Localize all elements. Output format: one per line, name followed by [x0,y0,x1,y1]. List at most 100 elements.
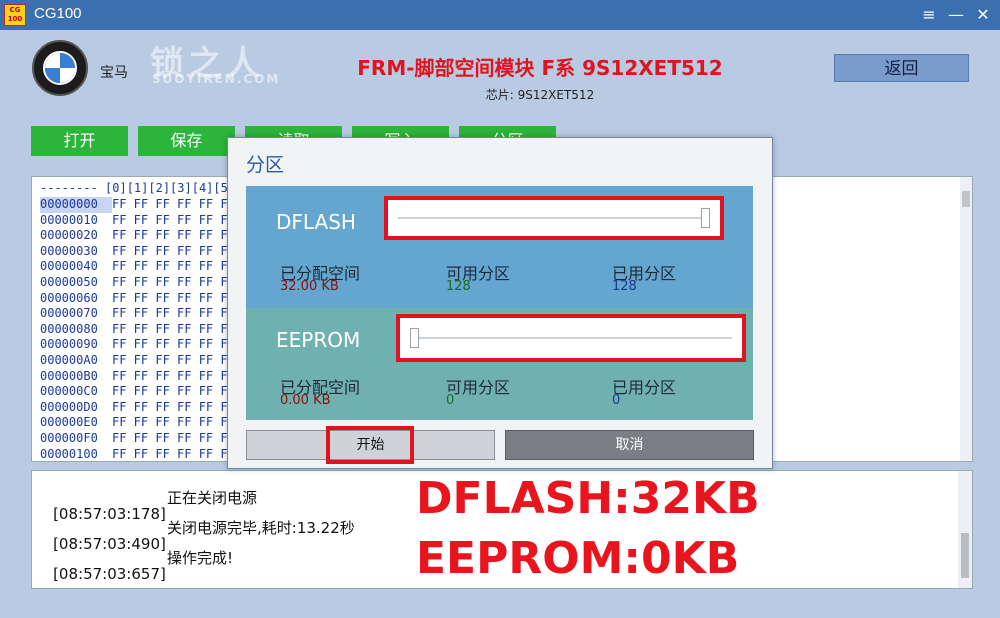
hex-row: 00000050 FF FF FF FF FF F [40,275,228,291]
log-message: 正在关闭电源 [167,489,258,507]
hex-row: 000000D0 FF FF FF FF FF F [40,400,228,416]
eeprom-used-value: 0 [612,393,621,408]
overlay-eeprom-size: EEPROM:0KB [416,533,740,584]
eeprom-label: EEPROM [276,328,361,352]
hex-bytes: FF FF FF FF FF F [112,352,228,367]
dflash-slider-thumb[interactable] [701,208,710,228]
hex-bytes: FF FF FF FF FF F [112,415,228,430]
hex-row: 000000A0 FF FF FF FF FF F [40,353,228,369]
hex-row: 00000080 FF FF FF FF FF F [40,322,228,338]
hex-bytes: FF FF FF FF FF F [112,399,228,414]
log-time: [08:57:03:657] [53,565,166,583]
hex-bytes: FF FF FF FF FF F [112,446,228,461]
hex-row: 00000070 FF FF FF FF FF F [40,306,228,322]
back-button[interactable]: 返回 [834,54,969,82]
overlay-dflash-size: DFLASH:32KB [416,473,760,524]
hex-scrollbar-thumb[interactable] [962,191,970,207]
hex-bytes: FF FF FF FF FF F [112,290,228,305]
hex-address: 00000020 [40,228,98,243]
window-title: CG100 [34,5,82,22]
watermark-url: SUOYIREN.COM [152,72,281,86]
hex-row: 000000F0 FF FF FF FF FF F [40,431,228,447]
eeprom-available-label: 可用分区 [446,378,511,397]
hex-row: 00000090 FF FF FF FF FF F [40,337,228,353]
hex-address: 000000A0 [40,352,98,367]
hex-address: 00000030 [40,243,98,258]
hex-row: 000000E0 FF FF FF FF FF F [40,415,228,431]
log-scrollbar[interactable] [958,471,972,588]
eeprom-allocated-value: 0.00 KB [280,393,331,408]
hex-address: 00000060 [40,290,98,305]
log-scrollbar-thumb[interactable] [961,533,969,578]
hex-bytes: FF FF FF FF FF F [112,384,228,399]
hex-bytes: FF FF FF FF FF F [112,306,228,321]
hex-bytes: FF FF FF FF FF F [112,368,228,383]
dflash-used-value: 128 [612,279,637,294]
hex-row: 00000010 FF FF FF FF FF F [40,213,228,229]
bmw-logo [32,40,88,96]
open-button[interactable]: 打开 [31,126,128,156]
hex-address: 000000C0 [40,384,98,399]
hex-address: 000000F0 [40,430,98,445]
app-icon: CG 100 [4,4,26,26]
hex-address: 00000040 [40,259,98,274]
hex-address: 00000080 [40,321,98,336]
hex-row: 00000030 FF FF FF FF FF F [40,244,228,260]
hex-address: 00000000 [40,197,112,213]
log-message: 关闭电源完毕,耗时:13.22秒 [167,519,355,537]
eeprom-section: EEPROM 已分配空间 0.00 KB 可用分区 0 已用分区 0 [246,308,753,420]
hex-rows: 00000000 FF FF FF FF FF F 00000010 FF FF FF… [40,197,228,462]
hex-row: 00000000 FF FF FF FF FF F [40,197,228,213]
start-highlight-box [326,426,414,464]
dflash-available-value: 128 [446,279,471,294]
hex-address: 000000D0 [40,399,98,414]
hex-column-header: -------- [0][1][2][3][4][5 [40,181,228,195]
hex-row: 000000C0 FF FF FF FF FF F [40,384,228,400]
hex-bytes: FF FF FF FF FF F [112,243,228,258]
hex-row: 00000020 FF FF FF FF FF F [40,228,228,244]
bmw-roundel [43,51,77,85]
dflash-section: DFLASH 已分配空间 32.00 KB 可用分区 128 已用分区 128 [246,186,753,308]
dflash-slider[interactable] [384,196,724,240]
log-message: 操作完成! [167,549,234,567]
hex-address: 00000050 [40,274,98,289]
hex-address: 000000E0 [40,415,98,430]
hex-bytes: FF FF FF FF FF F [112,337,228,352]
hex-bytes: FF FF FF FF FF F [112,212,228,227]
eeprom-used-label: 已用分区 [612,378,677,397]
hex-bytes: FF FF FF FF FF F [112,228,228,243]
minimize-icon[interactable]: — [945,4,967,26]
chip-label: 芯片: 9S12XET512 [485,88,595,102]
hex-bytes: FF FF FF FF FF F [112,259,228,274]
brand-name: 宝马 [100,65,128,81]
hex-address: 00000070 [40,306,98,321]
log-line: [08:57:03:657] 操作完成! [34,547,233,588]
menu-icon[interactable]: ≡ [918,4,940,26]
dialog-title: 分区 [246,154,285,176]
module-title: FRM-脚部空间模块 F系 9S12XET512 [357,56,723,80]
eeprom-available-value: 0 [446,393,455,408]
title-bar: CG 100 CG100 ≡ — ✕ [0,0,1000,30]
hex-row: 00000060 FF FF FF FF FF F [40,291,228,307]
dflash-label: DFLASH [276,210,356,234]
hex-row: 00000040 FF FF FF FF FF F [40,259,228,275]
hex-bytes: FF FF FF FF FF F [112,321,228,336]
hex-bytes: FF FF FF FF FF F [112,274,228,289]
hex-address: 00000100 [40,446,98,461]
dflash-allocated-value: 32.00 KB [280,279,339,294]
hex-bytes: FF FF FF FF FF F [112,430,228,445]
hex-scrollbar[interactable] [960,177,972,461]
hex-row: 000000B0 FF FF FF FF FF F [40,369,228,385]
hex-address: 00000010 [40,212,98,227]
eeprom-slider[interactable] [396,314,746,362]
log-panel: [08:57:03:178] 正在关闭电源 [08:57:03:490] 关闭电源完… [31,470,973,589]
save-button[interactable]: 保存 [138,126,235,156]
cancel-button[interactable]: 取消 [505,430,754,460]
hex-address: 000000B0 [40,368,98,383]
hex-bytes: FF FF FF FF FF F [112,197,228,211]
eeprom-slider-thumb[interactable] [410,328,419,348]
partition-dialog: 分区 DFLASH 已分配空间 32.00 KB 可用分区 128 已用分区 1… [227,137,773,469]
close-icon[interactable]: ✕ [972,4,994,26]
hex-row: 00000100 FF FF FF FF FF F [40,447,228,463]
hex-address: 00000090 [40,337,98,352]
